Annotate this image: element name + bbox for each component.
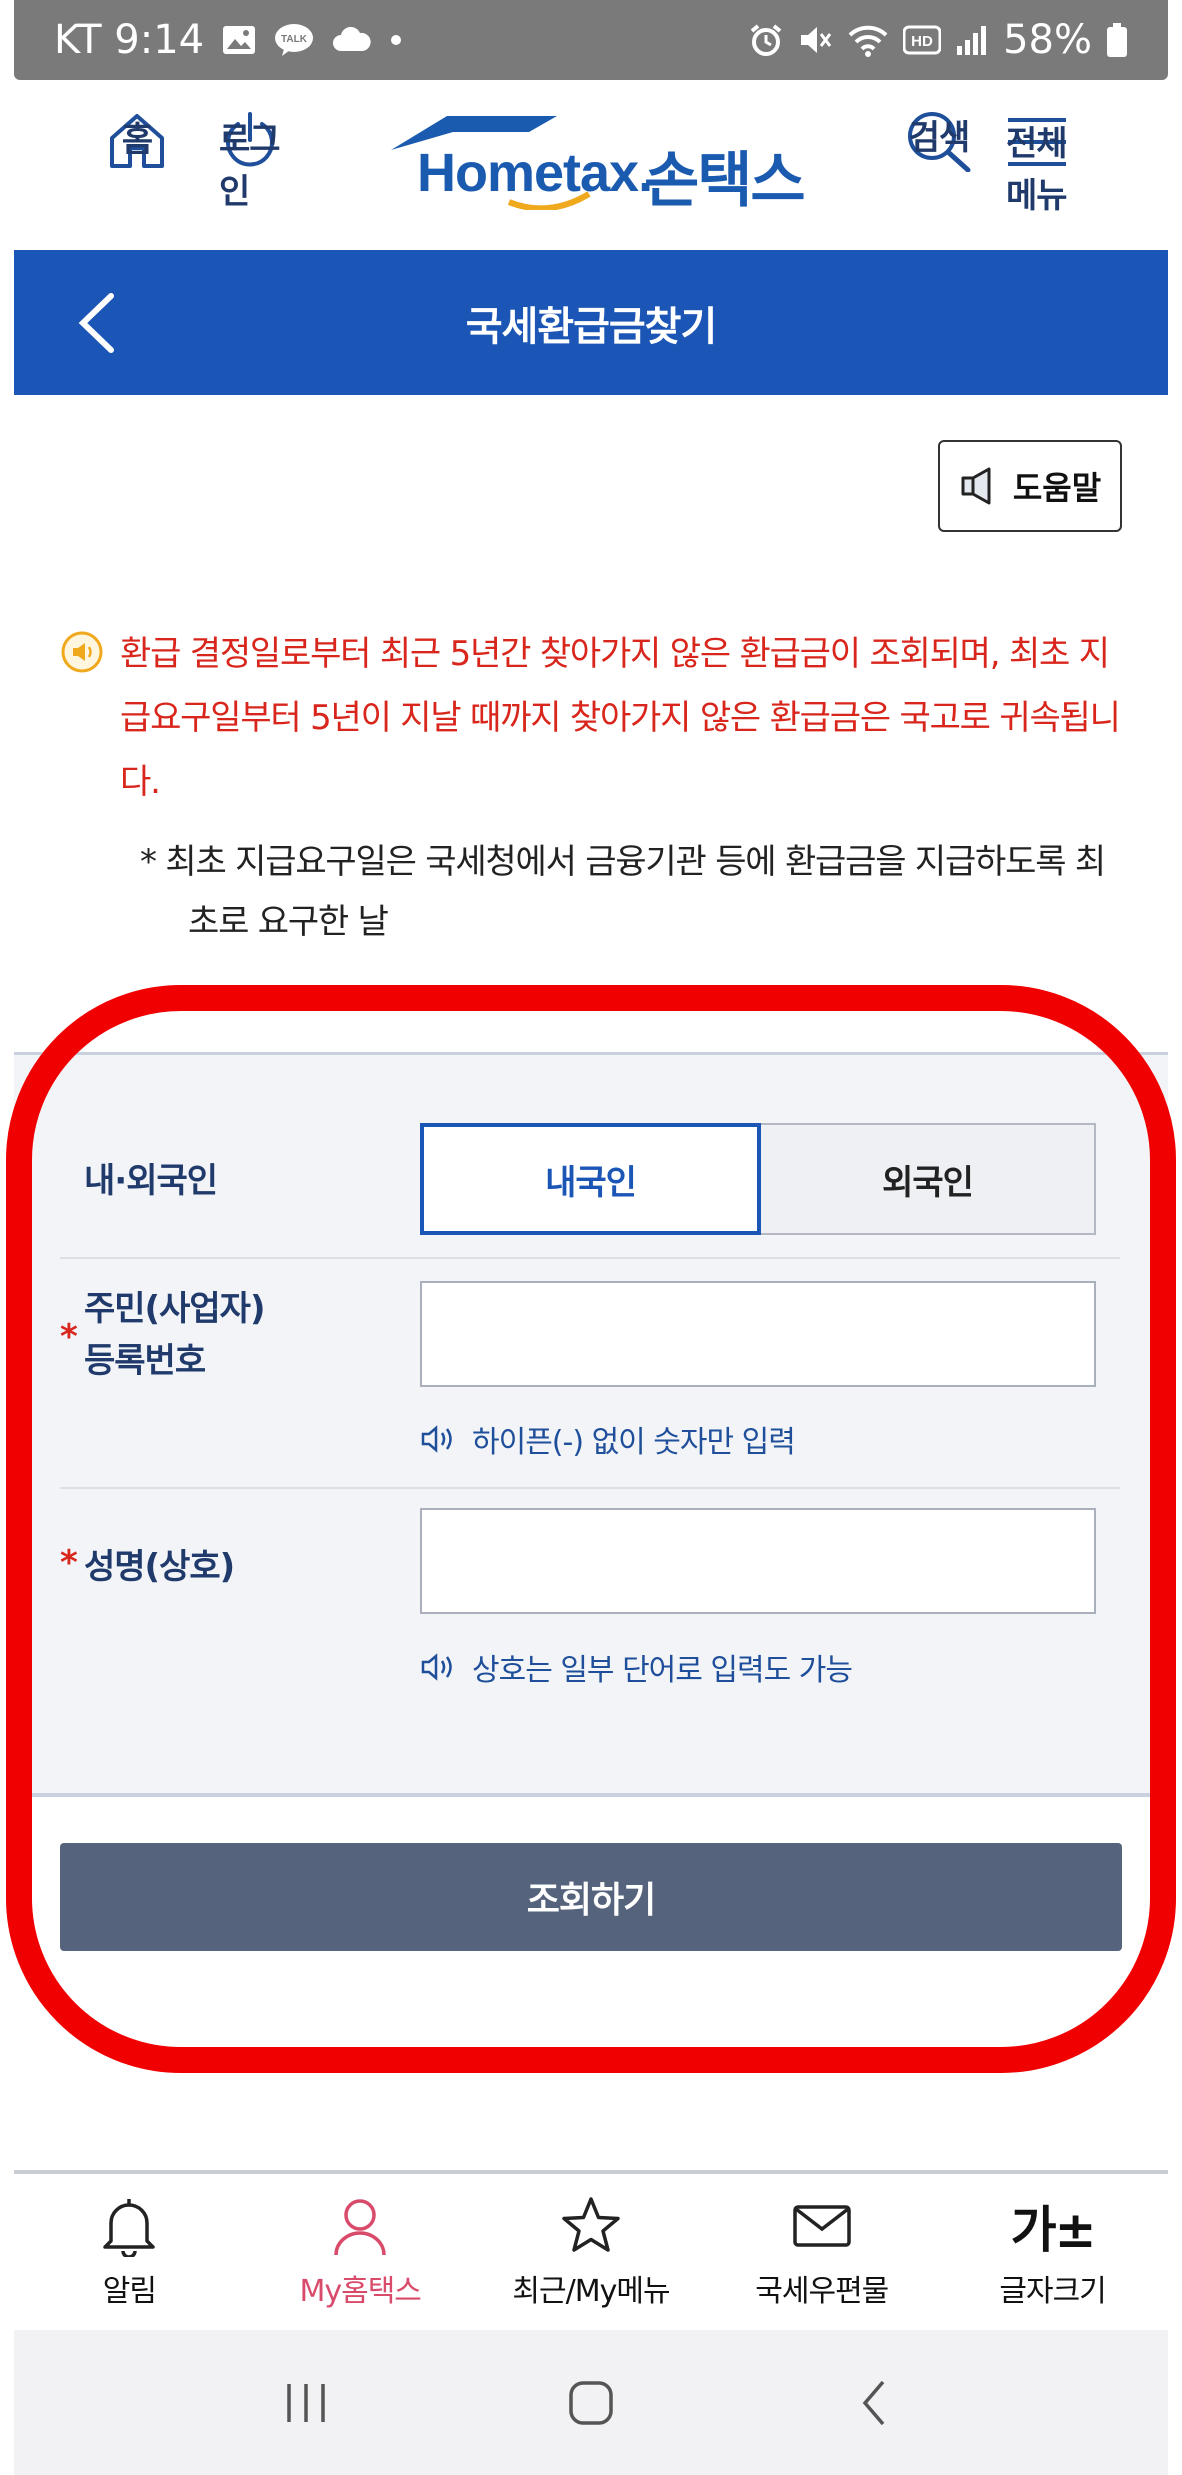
sound-icon — [421, 1425, 452, 1453]
foreign-option[interactable]: 외국인 — [761, 1123, 1096, 1235]
signal-icon — [955, 24, 989, 56]
app-header: 홈 로그인 Hometax. 손택스 검색 전체메뉴 — [14, 80, 1168, 250]
required-mark: * — [60, 1543, 78, 1583]
gallery-icon — [222, 25, 256, 55]
refund-search-form: 내·외국인 내국인 외국인 * 주민(사업자) 등록번호 하이픈(-) 없이 숫… — [14, 1052, 1168, 1797]
cloud-icon — [332, 27, 372, 53]
login-label: 로그인 — [219, 120, 281, 212]
home-label: 홈 — [121, 120, 153, 160]
id-hint: 하이픈(-) 없이 숫자만 입력 — [420, 1417, 796, 1461]
talk-icon: TALK — [274, 23, 314, 57]
person-icon — [334, 2199, 386, 2256]
nav-label: 국세우편물 — [755, 2274, 889, 2309]
nav-label: 알림 — [102, 2274, 157, 2309]
name-hint-text: 상호는 일부 단어로 입력도 가능 — [472, 1653, 853, 1688]
notice-sub-line1: * 최초 지급요구일은 국세청에서 금융기관 등에 환급금을 지급하도록 최 — [140, 842, 1106, 882]
home-button[interactable]: 홈 — [106, 110, 168, 172]
required-mark: * — [60, 1317, 78, 1357]
menu-label: 전체메뉴 — [1006, 124, 1068, 216]
all-menu-button[interactable]: 전체메뉴 — [1006, 114, 1068, 216]
domestic-option[interactable]: 내국인 — [420, 1123, 761, 1235]
system-nav-bar — [14, 2330, 1168, 2475]
name-label: 성명(상호) — [84, 1547, 235, 1587]
name-hint: 상호는 일부 단어로 입력도 가능 — [420, 1645, 853, 1689]
font-size-icon: 가± — [1010, 2201, 1097, 2259]
wifi-icon — [847, 23, 889, 57]
back-nav-icon[interactable] — [851, 2378, 901, 2428]
id-number-input[interactable] — [420, 1281, 1096, 1387]
notice-sub-text: * 최초 지급요구일은 국세청에서 금융기관 등에 환급금을 지급하도록 최 초… — [60, 832, 1130, 952]
nav-item-recent-menu[interactable]: 최근/My메뉴 — [476, 2174, 707, 2330]
back-arrow-icon[interactable] — [69, 290, 129, 356]
notice-sub-line2: 초로 요구한 날 — [188, 902, 389, 942]
search-button[interactable]: 검색 — [904, 108, 974, 172]
name-input[interactable] — [420, 1508, 1096, 1614]
carrier-time: KT 9:14 — [54, 17, 205, 63]
nationality-toggle: 내국인 외국인 — [420, 1123, 1096, 1235]
logo-korean: 손택스 — [644, 146, 806, 216]
star-icon — [562, 2197, 620, 2252]
alarm-icon — [749, 23, 783, 57]
dot-icon — [390, 34, 402, 46]
battery-percent: 58% — [1003, 17, 1092, 63]
nav-item-tax-mail[interactable]: 국세우편물 — [706, 2174, 937, 2330]
page-title-bar: 국세환급금찾기 — [14, 250, 1168, 395]
nationality-label: 내·외국인 — [84, 1161, 218, 1201]
notice-speaker-icon — [61, 631, 103, 673]
login-button[interactable]: 로그인 — [219, 110, 281, 212]
nav-label: 글자크기 — [999, 2274, 1106, 2309]
bottom-nav: 알림 My홈택스 최근/My메뉴 국세우편물 가± 글자크기 — [14, 2170, 1168, 2330]
notice-red-text: 환급 결정일로부터 최근 5년간 찾아가지 않은 환급금이 조회되며, 최초 지… — [120, 634, 1121, 802]
nav-label: My홈택스 — [299, 2274, 421, 2309]
nav-item-my-hometax[interactable]: My홈택스 — [245, 2174, 476, 2330]
divider — [60, 1257, 1120, 1259]
search-label: 검색 — [908, 118, 971, 158]
hd-icon: HD — [903, 25, 942, 55]
hometax-logo[interactable]: Hometax. 손택스 — [389, 110, 809, 216]
battery-icon — [1106, 22, 1128, 58]
help-label: 도움말 — [1012, 469, 1102, 507]
divider — [60, 1487, 1120, 1489]
sound-icon — [421, 1653, 452, 1681]
notice-section: 환급 결정일로부터 최근 5년간 찾아가지 않은 환급금이 조회되며, 최초 지… — [60, 622, 1130, 952]
nav-item-font-size[interactable]: 가± 글자크기 — [937, 2174, 1168, 2330]
mute-icon — [797, 23, 833, 57]
id-number-label: 주민(사업자) 등록번호 — [84, 1283, 265, 1387]
status-bar: KT 9:14 TALK HD 58% — [14, 0, 1168, 80]
id-label-line1: 주민(사업자) — [84, 1289, 265, 1329]
nav-label: 최근/My메뉴 — [512, 2274, 670, 2309]
mail-icon — [793, 2205, 851, 2247]
nav-item-notifications[interactable]: 알림 — [14, 2174, 245, 2330]
id-label-line2: 등록번호 — [84, 1341, 206, 1381]
search-submit-button[interactable]: 조회하기 — [60, 1843, 1122, 1951]
id-hint-text: 하이픈(-) 없이 숫자만 입력 — [472, 1425, 796, 1460]
speaker-icon — [961, 467, 991, 505]
bell-icon — [103, 2199, 156, 2257]
logo-text: Hometax. — [417, 143, 653, 203]
help-button[interactable]: 도움말 — [938, 440, 1122, 532]
recent-apps-icon[interactable] — [281, 2378, 331, 2428]
page-title: 국세환급금찾기 — [465, 303, 718, 350]
svg-text:HD: HD — [911, 33, 933, 50]
svg-text:TALK: TALK — [281, 34, 308, 45]
home-nav-icon[interactable] — [566, 2378, 616, 2428]
